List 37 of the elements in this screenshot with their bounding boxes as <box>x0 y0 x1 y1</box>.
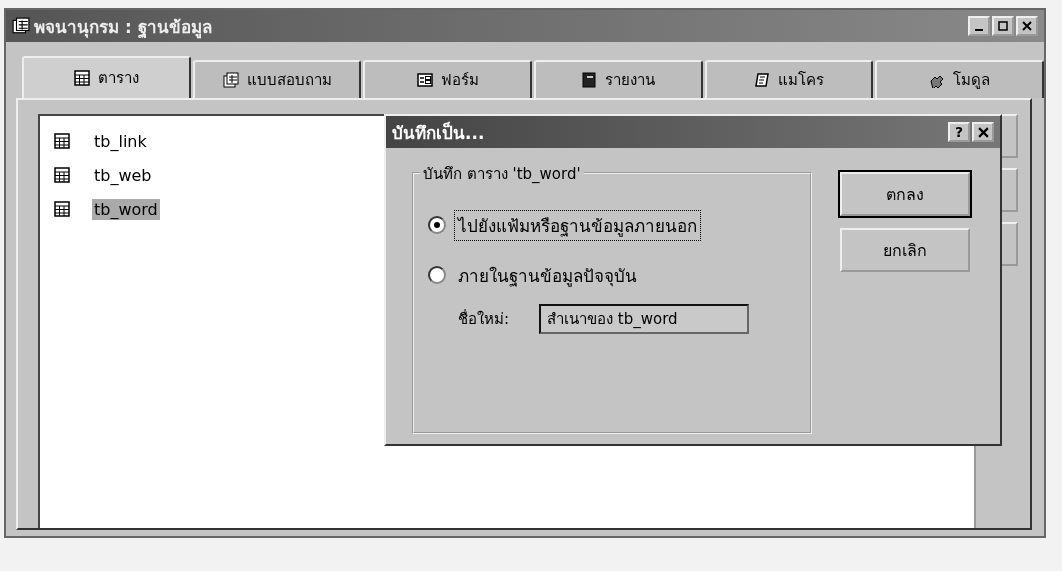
object-tab[interactable]: โมดูล <box>875 60 1045 98</box>
option-label: ภายในฐานข้อมูลปัจจุบัน <box>457 264 638 289</box>
table-icon <box>54 133 70 149</box>
object-tab[interactable]: แบบสอบถาม <box>192 60 362 98</box>
close-icon <box>1022 21 1032 31</box>
table-list-item[interactable]: tb_web <box>92 164 154 186</box>
minimize-button[interactable] <box>968 16 990 36</box>
table-icon <box>54 167 70 183</box>
maximize-icon <box>998 21 1008 31</box>
option-label: ไปยังแฟ้มหรือฐานข้อมูลภายนอก <box>454 209 701 241</box>
radio-button[interactable] <box>428 216 446 234</box>
help-button[interactable]: ? <box>948 122 970 142</box>
dialog-button[interactable]: ตกลง <box>840 172 970 216</box>
object-tab[interactable]: แมโคร <box>704 60 874 98</box>
name-field[interactable]: สำเนาของ tb_word <box>539 304 750 334</box>
dialog-title: บันทึกเป็น... <box>392 120 485 145</box>
query-icon <box>222 72 239 88</box>
name-label: ชื่อใหม่: <box>458 308 510 330</box>
object-tab[interactable]: ฟอร์ม <box>363 60 532 98</box>
window-title: พจนานุกรม : ฐานข้อมูล <box>34 15 212 40</box>
dialog-button[interactable]: ยกเลิก <box>840 228 970 272</box>
form-icon <box>416 72 433 88</box>
scroll-icon <box>754 72 770 88</box>
table-icon <box>54 201 70 217</box>
close-icon <box>977 126 989 138</box>
radio-button[interactable] <box>428 266 446 284</box>
object-tab[interactable]: รายงาน <box>534 60 703 98</box>
object-tab[interactable]: ตาราง <box>22 56 191 98</box>
close-button[interactable] <box>972 122 994 142</box>
report-icon <box>581 72 598 88</box>
table-list-item[interactable]: tb_word <box>92 198 160 220</box>
table-list-item[interactable]: tb_link <box>92 130 149 152</box>
database-icon <box>12 17 30 35</box>
minimize-icon <box>975 29 983 31</box>
maximize-button[interactable] <box>992 16 1014 36</box>
close-button[interactable] <box>1016 16 1038 36</box>
table-icon <box>73 70 90 86</box>
